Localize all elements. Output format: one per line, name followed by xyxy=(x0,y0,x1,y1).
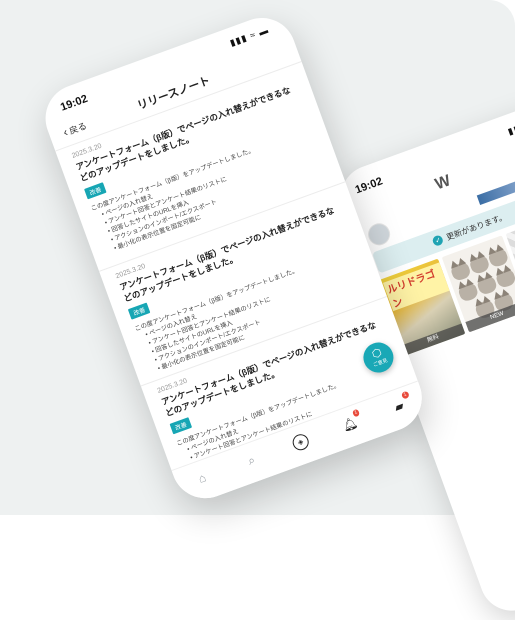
home-icon: ⌂ xyxy=(196,470,209,486)
tab-home[interactable]: ⌂ xyxy=(188,464,216,492)
app-logo: W xyxy=(432,172,453,194)
check-icon: ✓ xyxy=(431,234,445,247)
search-icon: ⌕ xyxy=(245,451,257,468)
category-badge: 改善 xyxy=(84,182,107,200)
comic-title: ルリドラゴン xyxy=(382,262,450,312)
book-icon: ▰ xyxy=(392,398,406,415)
status-icons: ▮▮▮ ≈ ▬ xyxy=(228,24,271,48)
category-badge: 改善 xyxy=(127,302,151,320)
tab-library[interactable]: ▰ 1 xyxy=(385,390,413,420)
tab-notifications[interactable]: 🔔︎ 1 xyxy=(336,408,364,438)
banner-strip xyxy=(476,168,515,205)
avatar[interactable] xyxy=(364,220,394,249)
tab-discover[interactable]: ◈ xyxy=(287,428,315,456)
back-status-icons: ▮▮▮ ≈ ▬ xyxy=(506,113,515,137)
notification-badge: 1 xyxy=(400,390,410,400)
tab-search[interactable]: ⌕ xyxy=(237,446,265,474)
tile-label: 無料 xyxy=(401,323,466,356)
compass-icon: ◈ xyxy=(290,431,311,453)
back-status-time: 19:02 xyxy=(353,175,385,197)
category-badge: 改善 xyxy=(169,417,193,435)
bell-icon: 🔔︎ xyxy=(340,415,360,434)
status-time: 19:02 xyxy=(58,92,90,114)
cat-illustration xyxy=(494,267,515,290)
